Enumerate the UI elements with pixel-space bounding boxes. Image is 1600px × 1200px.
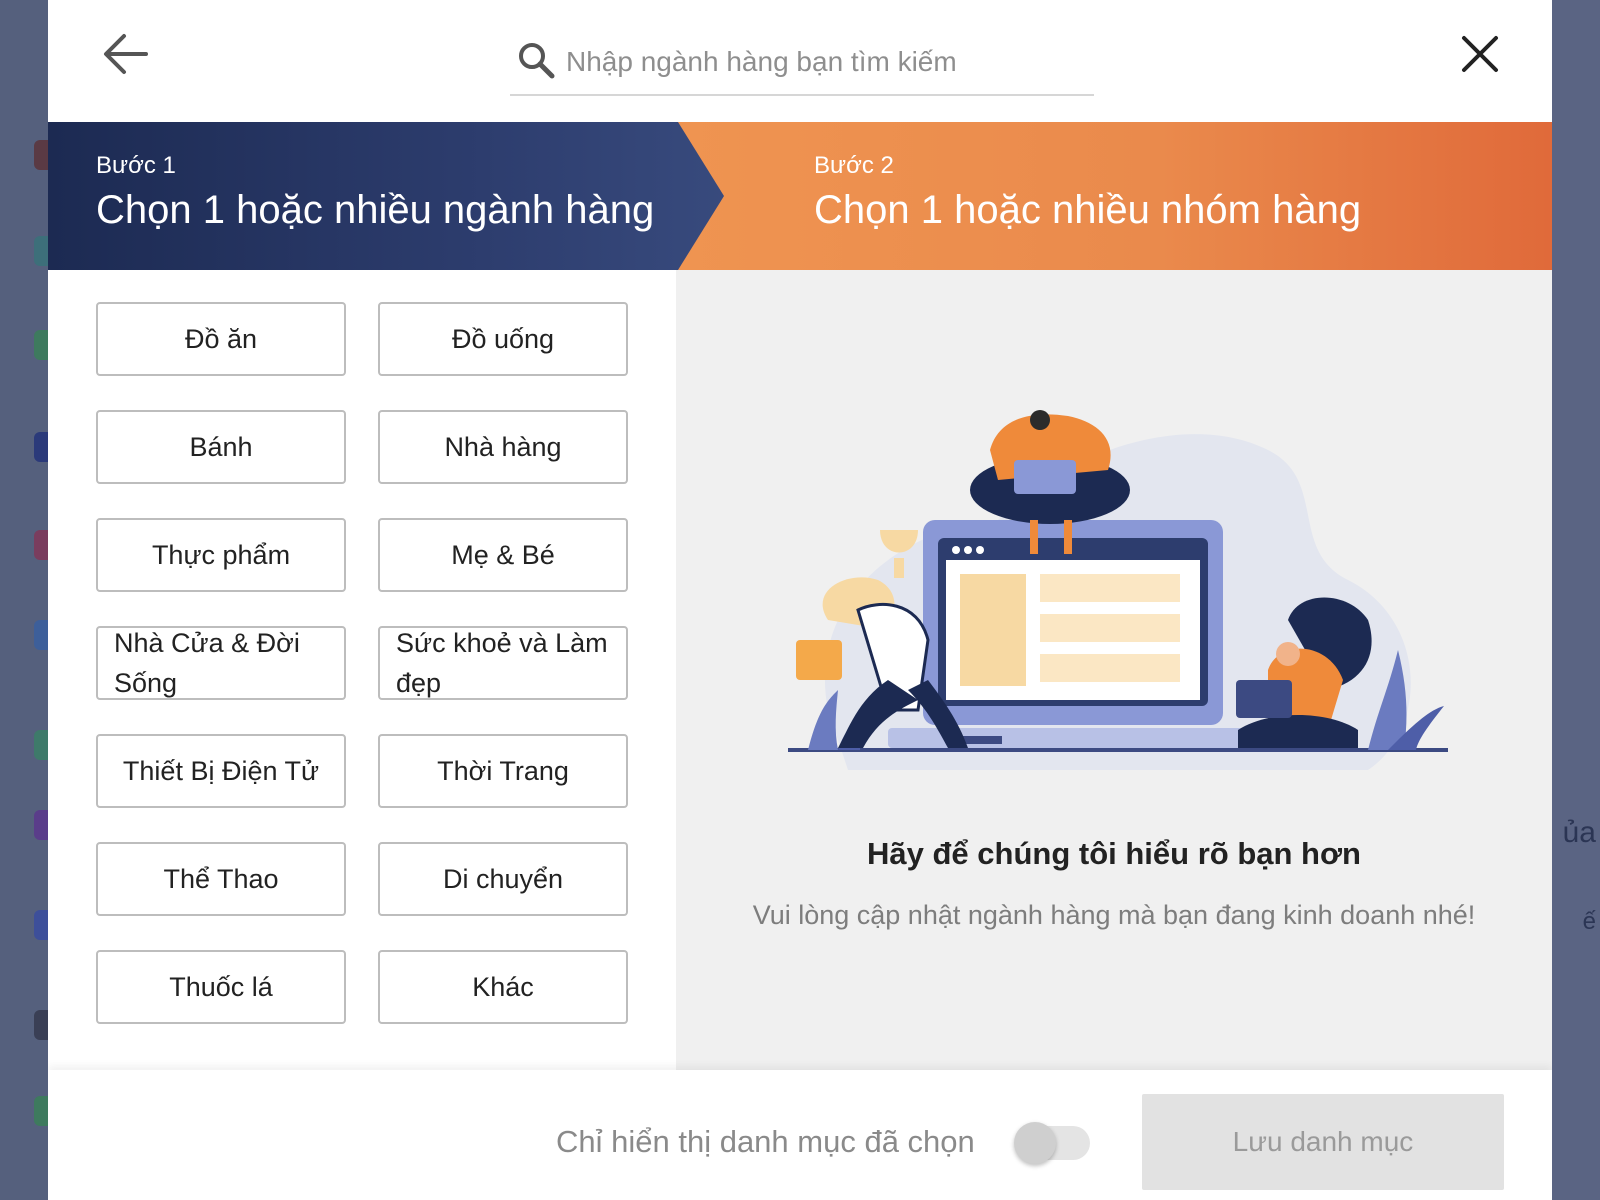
background-content-edge: ủa ế <box>1552 0 1600 1200</box>
category-button[interactable]: Bánh <box>96 410 346 484</box>
category-button[interactable]: Thực phẩm <box>96 518 346 592</box>
step-1-title: Chọn 1 hoặc nhiều ngành hàng <box>96 188 655 232</box>
modal-topbar <box>48 0 1552 122</box>
category-button[interactable]: Nhà Cửa & Đời Sống <box>96 626 346 700</box>
back-button[interactable] <box>100 28 152 80</box>
category-button[interactable]: Nhà hàng <box>378 410 628 484</box>
people-with-laptop-illustration <box>788 410 1448 770</box>
step-2-label: Bước 2 <box>814 152 894 179</box>
category-button[interactable]: Di chuyển <box>378 842 628 916</box>
category-button[interactable]: Thời Trang <box>378 734 628 808</box>
step-2-title: Chọn 1 hoặc nhiều nhóm hàng <box>814 188 1362 232</box>
close-icon <box>1462 36 1498 72</box>
hint-title: Hãy để chúng tôi hiểu rõ bạn hơn <box>867 836 1361 871</box>
search-box <box>510 36 1094 96</box>
show-selected-toggle[interactable] <box>1014 1122 1090 1164</box>
show-selected-label: Chỉ hiển thị danh mục đã chọn <box>556 1124 975 1159</box>
toggle-knob <box>1014 1122 1056 1164</box>
category-button[interactable]: Thiết Bị Điện Tử <box>96 734 346 808</box>
category-modal: Bước 1 Chọn 1 hoặc nhiều ngành hàng Bước… <box>48 0 1552 1200</box>
background-text: ế <box>1582 908 1596 935</box>
category-button[interactable]: Mẹ & Bé <box>378 518 628 592</box>
step-1: Bước 1 Chọn 1 hoặc nhiều ngành hàng <box>48 122 724 270</box>
category-button[interactable]: Sức khoẻ và Làm đẹp <box>378 626 628 700</box>
category-button[interactable]: Thuốc lá <box>96 950 346 1024</box>
category-button[interactable]: Đồ ăn <box>96 302 346 376</box>
search-icon <box>519 43 555 79</box>
category-panel: Đồ ăn Đồ uống Bánh Nhà hàng Thực phẩm Mẹ… <box>48 270 676 1070</box>
steps-header: Bước 1 Chọn 1 hoặc nhiều ngành hàng Bước… <box>48 122 1552 270</box>
category-button[interactable]: Đồ uống <box>378 302 628 376</box>
step-2: Bước 2 Chọn 1 hoặc nhiều nhóm hàng <box>676 122 1552 270</box>
category-button[interactable]: Thể Thao <box>96 842 346 916</box>
category-button[interactable]: Khác <box>378 950 628 1024</box>
subcategory-panel: Hãy để chúng tôi hiểu rõ bạn hơn Vui lòn… <box>676 270 1552 1070</box>
background-sidebar <box>0 0 64 1200</box>
close-button[interactable] <box>1456 30 1504 78</box>
search-input[interactable] <box>566 40 1086 84</box>
category-grid: Đồ ăn Đồ uống Bánh Nhà hàng Thực phẩm Mẹ… <box>96 302 630 1024</box>
hint-subtitle: Vui lòng cập nhật ngành hàng mà bạn đang… <box>752 900 1476 930</box>
step-1-label: Bước 1 <box>96 152 176 179</box>
arrow-left-icon <box>104 34 148 74</box>
modal-footer: Chỉ hiển thị danh mục đã chọn Lưu danh m… <box>48 1070 1552 1200</box>
background-text: ủa <box>1562 816 1596 849</box>
save-categories-button[interactable]: Lưu danh mục <box>1142 1094 1504 1190</box>
